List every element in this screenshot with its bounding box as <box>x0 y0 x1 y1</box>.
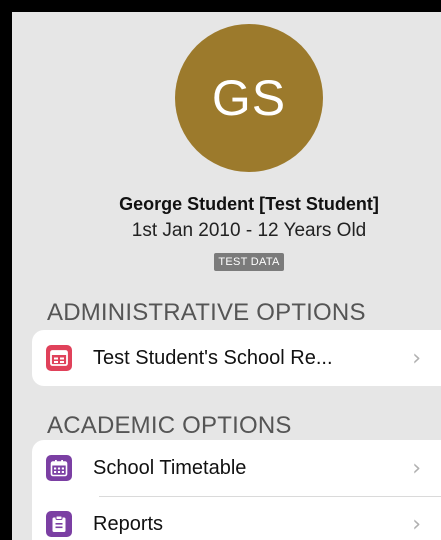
clipboard-icon <box>46 511 72 537</box>
test-data-badge: TEST DATA <box>214 253 284 271</box>
school-report-row[interactable]: Test Student's School Re... › <box>32 330 441 386</box>
school-report-label: Test Student's School Re... <box>93 346 333 369</box>
student-profile-screen: GS George Student [Test Student] 1st Jan… <box>12 12 441 540</box>
school-timetable-label: School Timetable <box>93 456 247 479</box>
administrative-options-header: ADMINISTRATIVE OPTIONS <box>47 299 366 326</box>
academic-options-header: ACADEMIC OPTIONS <box>47 412 292 439</box>
chevron-right-icon: › <box>412 511 421 537</box>
school-timetable-row[interactable]: School Timetable › <box>32 440 441 496</box>
avatar-initials: GS <box>211 70 287 126</box>
chevron-right-icon: › <box>412 455 421 481</box>
reports-label: Reports <box>93 512 164 535</box>
student-name: George Student [Test Student] <box>119 194 379 214</box>
school-report-icon <box>46 345 72 371</box>
academic-options-card: School Timetable › Reports › <box>32 440 441 540</box>
badge-container: TEST DATA <box>12 252 441 271</box>
student-dob: 1st Jan 2010 - 12 Years Old <box>131 220 367 241</box>
avatar: GS <box>175 24 323 172</box>
administrative-options-card: Test Student's School Re... › <box>32 330 441 386</box>
calendar-icon <box>46 455 72 481</box>
reports-row[interactable]: Reports › <box>32 496 441 540</box>
chevron-right-icon: › <box>412 345 421 371</box>
